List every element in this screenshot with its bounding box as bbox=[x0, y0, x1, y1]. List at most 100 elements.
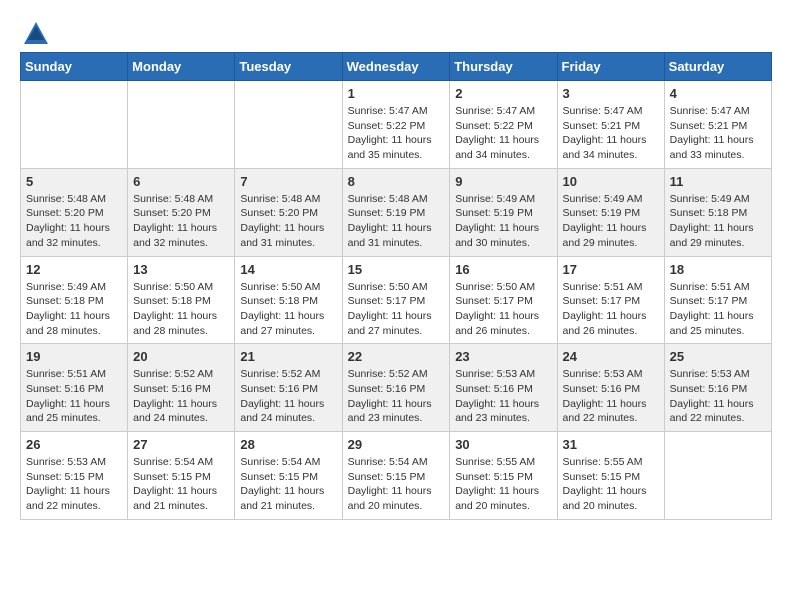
day-number: 16 bbox=[455, 262, 551, 277]
day-number: 24 bbox=[563, 349, 659, 364]
day-number: 14 bbox=[240, 262, 336, 277]
day-number: 9 bbox=[455, 174, 551, 189]
calendar-cell: 7Sunrise: 5:48 AMSunset: 5:20 PMDaylight… bbox=[235, 168, 342, 256]
calendar-cell: 21 Sunrise: 5:52 AMSunset: 5:16 PMDayligh… bbox=[235, 344, 342, 432]
day-number: 8 bbox=[348, 174, 445, 189]
day-number: 13 bbox=[133, 262, 229, 277]
day-info: Sunrise: 5:50 AMSunset: 5:18 PMDaylight:… bbox=[133, 280, 229, 339]
day-info: Sunrise: 5:53 AMSunset: 5:16 PMDaylight:… bbox=[563, 367, 659, 426]
calendar-cell bbox=[664, 432, 771, 520]
day-info: Sunrise: 5:49 AMSunset: 5:18 PMDaylight:… bbox=[670, 192, 766, 251]
day-number: 25 bbox=[670, 349, 766, 364]
day-number: 6 bbox=[133, 174, 229, 189]
day-info: Sunrise: 5:51 AMSunset: 5:16 PMDaylight:… bbox=[26, 367, 122, 426]
day-info: Sunrise: 5:47 AMSunset: 5:22 PMDaylight:… bbox=[455, 104, 551, 163]
calendar-cell bbox=[235, 81, 342, 169]
day-number: 7 bbox=[240, 174, 336, 189]
calendar-cell: 5 Sunrise: 5:48 AMSunset: 5:20 PMDaylight… bbox=[21, 168, 128, 256]
day-info: Sunrise: 5:48 AMSunset: 5:20 PMDaylight:… bbox=[26, 192, 122, 251]
day-info: Sunrise: 5:53 AMSunset: 5:16 PMDaylight:… bbox=[670, 367, 766, 426]
day-info: Sunrise: 5:53 AMSunset: 5:15 PMDaylight:… bbox=[26, 455, 122, 514]
calendar-cell: 11 Sunrise: 5:49 AMSunset: 5:18 PMDayligh… bbox=[664, 168, 771, 256]
calendar-cell: 30 Sunrise: 5:55 AMSunset: 5:15 PMDayligh… bbox=[450, 432, 557, 520]
calendar-cell: 18 Sunrise: 5:51 AMSunset: 5:17 PMDayligh… bbox=[664, 256, 771, 344]
logo-icon bbox=[22, 20, 50, 48]
calendar-cell: 15 Sunrise: 5:50 AMSunset: 5:17 PMDayligh… bbox=[342, 256, 450, 344]
day-number: 29 bbox=[348, 437, 445, 452]
calendar-cell: 24 Sunrise: 5:53 AMSunset: 5:16 PMDayligh… bbox=[557, 344, 664, 432]
day-number: 1 bbox=[348, 86, 445, 101]
calendar-cell: 3 Sunrise: 5:47 AMSunset: 5:21 PMDaylight… bbox=[557, 81, 664, 169]
day-info: Sunrise: 5:49 AMSunset: 5:19 PMDaylight:… bbox=[563, 192, 659, 251]
calendar-cell: 23 Sunrise: 5:53 AMSunset: 5:16 PMDayligh… bbox=[450, 344, 557, 432]
day-info: Sunrise: 5:54 AMSunset: 5:15 PMDaylight:… bbox=[348, 455, 445, 514]
calendar-cell: 8Sunrise: 5:48 AMSunset: 5:19 PMDaylight… bbox=[342, 168, 450, 256]
calendar-cell: 31Sunrise: 5:55 AMSunset: 5:15 PMDayligh… bbox=[557, 432, 664, 520]
weekday-header-tuesday: Tuesday bbox=[235, 53, 342, 81]
calendar-cell: 26 Sunrise: 5:53 AMSunset: 5:15 PMDayligh… bbox=[21, 432, 128, 520]
day-info: Sunrise: 5:47 AMSunset: 5:21 PMDaylight:… bbox=[563, 104, 659, 163]
calendar-cell bbox=[128, 81, 235, 169]
day-info: Sunrise: 5:52 AMSunset: 5:16 PMDaylight:… bbox=[348, 367, 445, 426]
day-info: Sunrise: 5:51 AMSunset: 5:17 PMDaylight:… bbox=[670, 280, 766, 339]
calendar-cell: 9Sunrise: 5:49 AMSunset: 5:19 PMDaylight… bbox=[450, 168, 557, 256]
day-number: 18 bbox=[670, 262, 766, 277]
calendar-cell: 13 Sunrise: 5:50 AMSunset: 5:18 PMDayligh… bbox=[128, 256, 235, 344]
day-number: 5 bbox=[26, 174, 122, 189]
calendar-cell: 19 Sunrise: 5:51 AMSunset: 5:16 PMDayligh… bbox=[21, 344, 128, 432]
weekday-header-thursday: Thursday bbox=[450, 53, 557, 81]
calendar-cell bbox=[21, 81, 128, 169]
day-number: 3 bbox=[563, 86, 659, 101]
weekday-header-monday: Monday bbox=[128, 53, 235, 81]
week-row-2: 5 Sunrise: 5:48 AMSunset: 5:20 PMDaylight… bbox=[21, 168, 772, 256]
day-number: 19 bbox=[26, 349, 122, 364]
day-number: 20 bbox=[133, 349, 229, 364]
weekday-header-row: SundayMondayTuesdayWednesdayThursdayFrid… bbox=[21, 53, 772, 81]
day-info: Sunrise: 5:50 AMSunset: 5:17 PMDaylight:… bbox=[455, 280, 551, 339]
day-info: Sunrise: 5:49 AMSunset: 5:18 PMDaylight:… bbox=[26, 280, 122, 339]
week-row-1: 1 Sunrise: 5:47 AMSunset: 5:22 PMDaylight… bbox=[21, 81, 772, 169]
day-info: Sunrise: 5:54 AMSunset: 5:15 PMDaylight:… bbox=[133, 455, 229, 514]
calendar-table: SundayMondayTuesdayWednesdayThursdayFrid… bbox=[20, 52, 772, 520]
calendar-cell: 28Sunrise: 5:54 AMSunset: 5:15 PMDayligh… bbox=[235, 432, 342, 520]
day-info: Sunrise: 5:53 AMSunset: 5:16 PMDaylight:… bbox=[455, 367, 551, 426]
calendar-cell: 17Sunrise: 5:51 AMSunset: 5:17 PMDayligh… bbox=[557, 256, 664, 344]
day-number: 12 bbox=[26, 262, 122, 277]
day-number: 23 bbox=[455, 349, 551, 364]
calendar-cell: 22Sunrise: 5:52 AMSunset: 5:16 PMDayligh… bbox=[342, 344, 450, 432]
day-info: Sunrise: 5:54 AMSunset: 5:15 PMDaylight:… bbox=[240, 455, 336, 514]
day-number: 26 bbox=[26, 437, 122, 452]
day-number: 15 bbox=[348, 262, 445, 277]
day-info: Sunrise: 5:55 AMSunset: 5:15 PMDaylight:… bbox=[455, 455, 551, 514]
weekday-header-friday: Friday bbox=[557, 53, 664, 81]
day-number: 21 bbox=[240, 349, 336, 364]
day-number: 11 bbox=[670, 174, 766, 189]
calendar-cell: 14 Sunrise: 5:50 AMSunset: 5:18 PMDayligh… bbox=[235, 256, 342, 344]
day-info: Sunrise: 5:50 AMSunset: 5:17 PMDaylight:… bbox=[348, 280, 445, 339]
day-info: Sunrise: 5:52 AMSunset: 5:16 PMDaylight:… bbox=[240, 367, 336, 426]
logo bbox=[20, 20, 50, 42]
page-header bbox=[20, 20, 772, 42]
day-number: 10 bbox=[563, 174, 659, 189]
calendar-cell: 10 Sunrise: 5:49 AMSunset: 5:19 PMDayligh… bbox=[557, 168, 664, 256]
day-number: 17 bbox=[563, 262, 659, 277]
calendar-cell: 4Sunrise: 5:47 AMSunset: 5:21 PMDaylight… bbox=[664, 81, 771, 169]
calendar-cell: 6 Sunrise: 5:48 AMSunset: 5:20 PMDaylight… bbox=[128, 168, 235, 256]
week-row-5: 26 Sunrise: 5:53 AMSunset: 5:15 PMDayligh… bbox=[21, 432, 772, 520]
day-number: 2 bbox=[455, 86, 551, 101]
weekday-header-wednesday: Wednesday bbox=[342, 53, 450, 81]
day-info: Sunrise: 5:48 AMSunset: 5:20 PMDaylight:… bbox=[133, 192, 229, 251]
week-row-3: 12 Sunrise: 5:49 AMSunset: 5:18 PMDayligh… bbox=[21, 256, 772, 344]
calendar-cell: 20 Sunrise: 5:52 AMSunset: 5:16 PMDayligh… bbox=[128, 344, 235, 432]
calendar-cell: 29 Sunrise: 5:54 AMSunset: 5:15 PMDayligh… bbox=[342, 432, 450, 520]
calendar-cell: 2 Sunrise: 5:47 AMSunset: 5:22 PMDaylight… bbox=[450, 81, 557, 169]
day-info: Sunrise: 5:55 AMSunset: 5:15 PMDaylight:… bbox=[563, 455, 659, 514]
day-info: Sunrise: 5:50 AMSunset: 5:18 PMDaylight:… bbox=[240, 280, 336, 339]
calendar-cell: 1Sunrise: 5:47 AMSunset: 5:22 PMDaylight… bbox=[342, 81, 450, 169]
calendar-cell: 12 Sunrise: 5:49 AMSunset: 5:18 PMDayligh… bbox=[21, 256, 128, 344]
calendar-cell: 16 Sunrise: 5:50 AMSunset: 5:17 PMDayligh… bbox=[450, 256, 557, 344]
weekday-header-sunday: Sunday bbox=[21, 53, 128, 81]
calendar-cell: 27Sunrise: 5:54 AMSunset: 5:15 PMDayligh… bbox=[128, 432, 235, 520]
day-number: 30 bbox=[455, 437, 551, 452]
day-info: Sunrise: 5:52 AMSunset: 5:16 PMDaylight:… bbox=[133, 367, 229, 426]
